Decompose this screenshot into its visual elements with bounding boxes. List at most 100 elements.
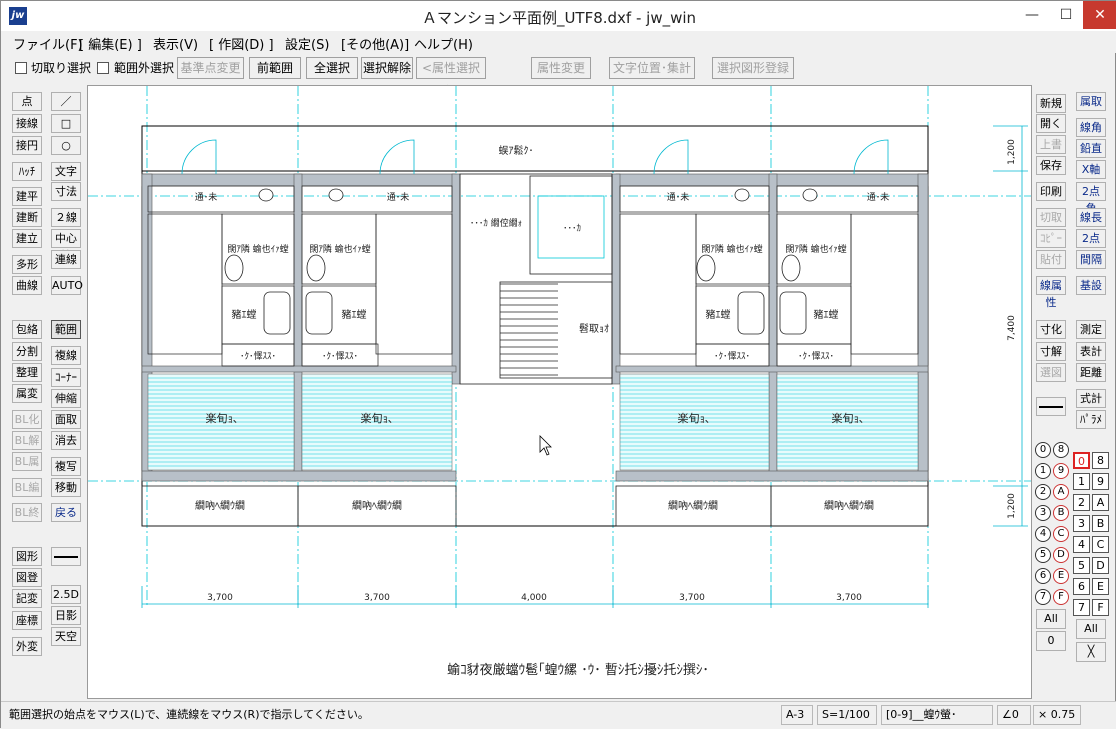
tool-interval[interactable]: 間隔: [1076, 250, 1106, 269]
layer-group-9-button[interactable]: 9: [1053, 463, 1069, 479]
base-point-button[interactable]: 基準点変更: [177, 57, 244, 79]
tool-dim-make[interactable]: 寸化: [1036, 320, 1066, 339]
layer-B-button[interactable]: B: [1092, 515, 1109, 532]
tool-line-length[interactable]: 線長: [1076, 208, 1106, 227]
layer-7-button[interactable]: 7: [1073, 599, 1090, 616]
layer-9-button[interactable]: 9: [1092, 473, 1109, 490]
scale-display[interactable]: S=1/100: [817, 705, 877, 725]
tool-line-attr[interactable]: 線属性: [1036, 276, 1066, 309]
layer-group-B-button[interactable]: B: [1053, 505, 1069, 521]
minimize-button[interactable]: —: [1015, 1, 1049, 29]
layer-F-button[interactable]: F: [1092, 599, 1109, 616]
tool-move[interactable]: 移動: [51, 478, 81, 497]
tool-2-5d[interactable]: 2.5D: [51, 585, 81, 604]
layer-A-button[interactable]: A: [1092, 494, 1109, 511]
layer-D-button[interactable]: D: [1092, 557, 1109, 574]
layer-3-button[interactable]: 3: [1073, 515, 1090, 532]
attr-change-button[interactable]: 属性変更: [531, 57, 591, 79]
menu-settings[interactable]: 設定(S): [285, 34, 329, 53]
layer-group-2-button[interactable]: 2: [1035, 484, 1051, 500]
layer-group-3-button[interactable]: 3: [1035, 505, 1051, 521]
layer-group-all-button[interactable]: All: [1036, 609, 1066, 629]
tool-print[interactable]: 印刷: [1036, 182, 1066, 201]
tool-copy-line[interactable]: 複線: [51, 346, 81, 365]
tool-tidy[interactable]: 整理: [12, 363, 42, 382]
tool-table-calc[interactable]: 表計: [1076, 342, 1106, 361]
layer-clear-button[interactable]: ╳: [1076, 642, 1106, 662]
tool-line-angle[interactable]: 線角: [1076, 118, 1106, 137]
tool-envelope[interactable]: 包絡: [12, 320, 42, 339]
menu-draw[interactable]: [ 作図(D) ]: [209, 34, 274, 53]
layer-group-E-button[interactable]: E: [1053, 568, 1069, 584]
tool-bl-make[interactable]: BL化: [12, 410, 42, 429]
layer-6-button[interactable]: 6: [1073, 578, 1090, 595]
tool-plan[interactable]: 建平: [12, 187, 42, 206]
outside-checkbox[interactable]: [97, 62, 109, 74]
layer-all-button[interactable]: All: [1076, 619, 1106, 639]
select-all-button[interactable]: 全選択: [306, 57, 358, 79]
tool-overwrite[interactable]: 上書: [1036, 135, 1066, 154]
tool-vertical[interactable]: 鉛直: [1076, 139, 1106, 158]
tool-distance[interactable]: 距離: [1076, 363, 1106, 382]
layer-5-button[interactable]: 5: [1073, 557, 1090, 574]
tool-external[interactable]: 外変: [12, 637, 42, 656]
tool-measure[interactable]: 測定: [1076, 320, 1106, 339]
tool-corner[interactable]: ｺｰﾅｰ: [51, 368, 81, 387]
tool-bl-end[interactable]: BL終: [12, 503, 42, 522]
attr-select-button[interactable]: <属性選択>: [416, 57, 486, 95]
tool-chamfer[interactable]: 面取: [51, 410, 81, 429]
tool-bl-edit[interactable]: BL編: [12, 478, 42, 497]
tool-dim-release[interactable]: 寸解: [1036, 342, 1066, 361]
tool-figure[interactable]: 図形: [12, 547, 42, 566]
tool-divide[interactable]: 分割: [12, 342, 42, 361]
layer-group-0-button[interactable]: 0: [1035, 442, 1051, 458]
layer-E-button[interactable]: E: [1092, 578, 1109, 595]
menu-edit[interactable]: [ 編集(E) ]: [79, 34, 142, 53]
layer-C-button[interactable]: C: [1092, 536, 1109, 553]
tool-figure-register[interactable]: 図登: [12, 568, 42, 587]
layer-group-1-button[interactable]: 1: [1035, 463, 1051, 479]
tool-bl-release[interactable]: BL解: [12, 431, 42, 450]
deselect-button[interactable]: 選択解除: [361, 57, 413, 79]
tool-elevation[interactable]: 建立: [12, 229, 42, 248]
tool-text[interactable]: 文字: [51, 162, 81, 181]
tool-erase[interactable]: 消去: [51, 431, 81, 450]
tool-save[interactable]: 保存: [1036, 156, 1066, 175]
layer-group-C-button[interactable]: C: [1053, 526, 1069, 542]
tool-polygon[interactable]: 多形: [12, 255, 42, 274]
tool-circle[interactable]: ○: [51, 136, 81, 155]
layer-group-6-button[interactable]: 6: [1035, 568, 1051, 584]
layer-group-7-button[interactable]: 7: [1035, 589, 1051, 605]
layer-0-button[interactable]: 0: [1073, 452, 1090, 469]
tool-stretch[interactable]: 伸縮: [51, 389, 81, 408]
tool-hatch[interactable]: ﾊｯﾁ: [12, 162, 42, 181]
tool-x-axis[interactable]: X軸: [1076, 160, 1106, 179]
layer-group-D-button[interactable]: D: [1053, 547, 1069, 563]
register-button[interactable]: 選択図形登録: [712, 57, 794, 79]
tool-copy[interactable]: ｺﾋﾟｰ: [1036, 229, 1066, 248]
layer-group-F-button[interactable]: F: [1053, 589, 1069, 605]
ratio-display[interactable]: × 0.75: [1033, 705, 1081, 725]
layer-4-button[interactable]: 4: [1073, 536, 1090, 553]
line-type-swatch[interactable]: [1036, 397, 1066, 416]
drawing-canvas[interactable]: 3,700 3,700 4,000 3,700 3,700 1,200 7,40…: [87, 85, 1032, 699]
paper-size[interactable]: A-3: [781, 705, 813, 725]
tool-center-line[interactable]: 中心線: [51, 229, 81, 262]
menu-help[interactable]: ヘルプ(H): [414, 34, 473, 53]
layer-group-4-button[interactable]: 4: [1035, 526, 1051, 542]
tool-select-figure[interactable]: 選図: [1036, 363, 1066, 382]
layer-display[interactable]: [0-9]__蝗ｳ螢･: [881, 705, 993, 725]
tool-coordinate[interactable]: 座標: [12, 611, 42, 630]
layer-1-button[interactable]: 1: [1073, 473, 1090, 490]
menu-other[interactable]: [その他(A)]: [341, 34, 409, 53]
maximize-button[interactable]: ☐: [1049, 1, 1083, 29]
tool-attr-change[interactable]: 属変: [12, 384, 42, 403]
tool-tangent[interactable]: 接線: [12, 114, 42, 133]
close-button[interactable]: ✕: [1083, 1, 1116, 29]
tool-base-settings[interactable]: 基設: [1076, 276, 1106, 295]
tool-formula[interactable]: 式計: [1076, 389, 1106, 408]
prev-range-button[interactable]: 前範囲: [249, 57, 301, 79]
tool-shadow[interactable]: 日影: [51, 606, 81, 625]
tool-sky[interactable]: 天空: [51, 627, 81, 646]
layer-8-button[interactable]: 8: [1092, 452, 1109, 469]
